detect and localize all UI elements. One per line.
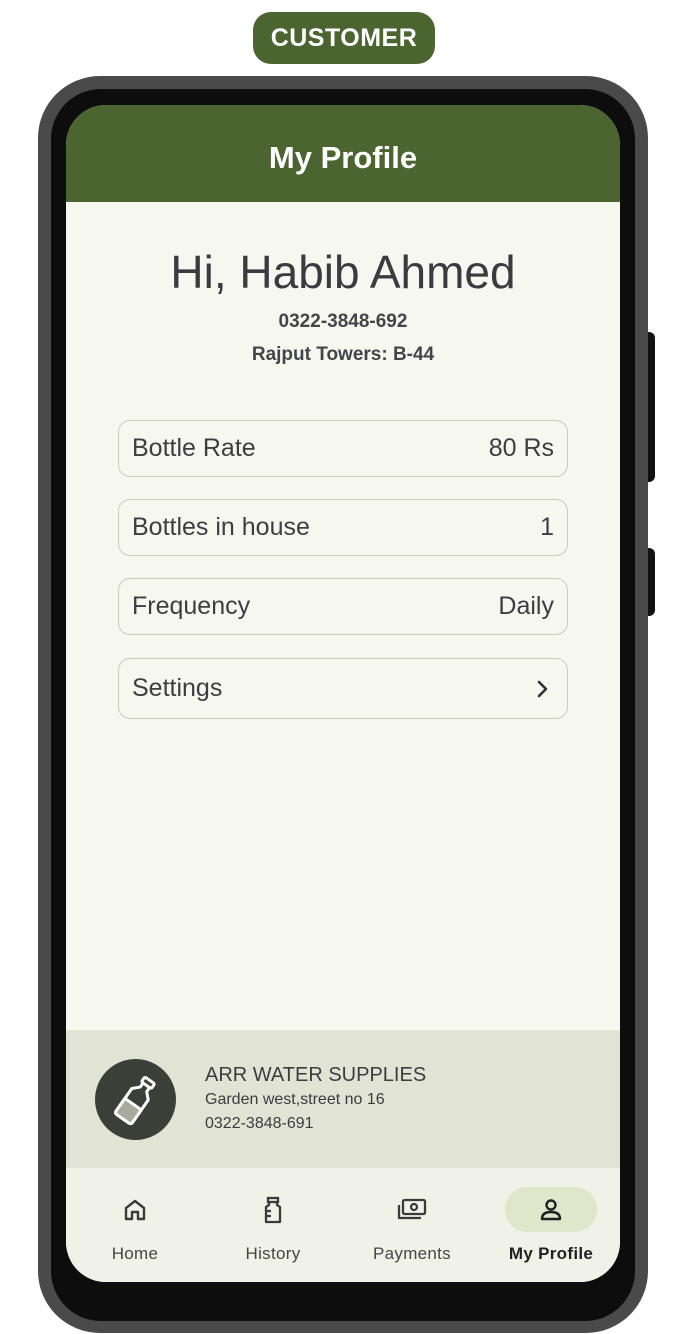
greeting: Hi, Habib Ahmed xyxy=(170,246,516,298)
settings-button[interactable]: Settings xyxy=(118,658,568,719)
role-badge: CUSTOMER xyxy=(253,12,435,64)
supplier-card: ARR WATER SUPPLIES Garden west,street no… xyxy=(66,1030,620,1168)
nav-payments[interactable]: Payments xyxy=(343,1168,481,1282)
nav-home-label: Home xyxy=(111,1244,159,1263)
page-title: My Profile xyxy=(268,139,418,175)
supplier-phone: 0322-3848-691 xyxy=(205,1115,314,1132)
home-icon xyxy=(89,1187,181,1232)
person-icon xyxy=(505,1187,597,1232)
nav-home[interactable]: Home xyxy=(66,1168,204,1282)
bottle-rate-row: Bottle Rate 80 Rs xyxy=(118,420,568,477)
nav-history-label: History xyxy=(245,1244,301,1263)
app-screen: My Profile Hi, Habib Ahmed 0322-3848-692… xyxy=(66,105,620,1282)
supplier-name: ARR WATER SUPPLIES xyxy=(205,1064,427,1086)
frequency-row: Frequency Daily xyxy=(118,578,568,635)
frequency-label: Frequency xyxy=(132,592,251,620)
bottle-rate-label: Bottle Rate xyxy=(132,434,256,462)
settings-label: Settings xyxy=(132,674,223,702)
history-icon xyxy=(227,1187,319,1232)
nav-my-profile[interactable]: My Profile xyxy=(482,1168,620,1282)
app-bar: My Profile xyxy=(66,105,620,202)
bottle-rate-value: 80 Rs xyxy=(488,434,554,462)
supplier-address: Garden west,street no 16 xyxy=(205,1091,385,1108)
chevron-right-icon xyxy=(532,678,554,700)
bottles-in-house-value: 1 xyxy=(540,513,554,541)
payments-icon xyxy=(366,1187,458,1232)
volume-button xyxy=(648,332,655,482)
customer-phone: 0322-3848-692 xyxy=(278,311,408,332)
bottles-in-house-label: Bottles in house xyxy=(132,513,310,541)
water-bottle-icon xyxy=(95,1059,176,1140)
nav-payments-label: Payments xyxy=(373,1244,451,1263)
power-button xyxy=(648,548,655,616)
customer-address: Rajput Towers: B-44 xyxy=(251,344,435,365)
frequency-value: Daily xyxy=(498,592,554,620)
bottles-in-house-row: Bottles in house 1 xyxy=(118,499,568,556)
nav-history[interactable]: History xyxy=(204,1168,342,1282)
bottom-navigation: Home History Payments My Profile xyxy=(66,1168,620,1282)
nav-my-profile-label: My Profile xyxy=(508,1244,594,1263)
